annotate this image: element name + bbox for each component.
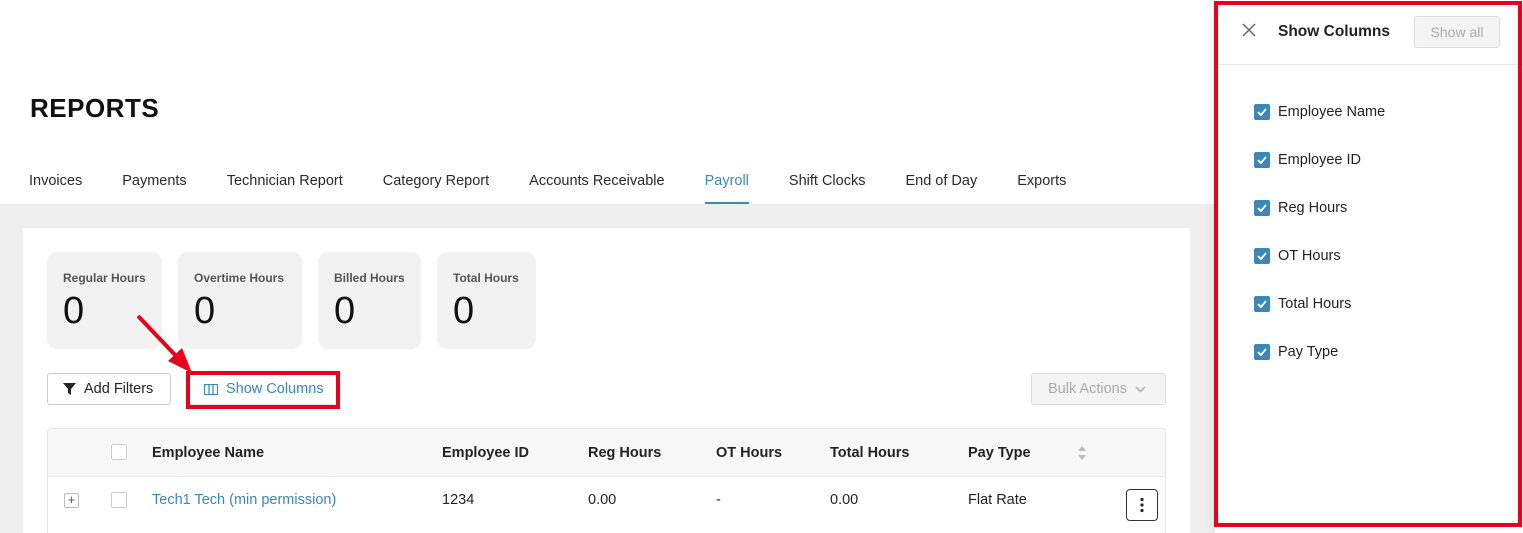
- checkbox-checked[interactable]: [1254, 200, 1270, 216]
- column-header-employee-id[interactable]: Employee ID: [442, 445, 529, 461]
- column-toggle-reg-hours[interactable]: Reg Hours: [1254, 200, 1347, 216]
- column-toggle-label: Employee Name: [1278, 104, 1386, 120]
- total-hours-cell: 0.00: [830, 492, 859, 508]
- pay-type-cell: Flat Rate: [968, 492, 1027, 508]
- column-header-pay-type[interactable]: Pay Type: [968, 445, 1031, 461]
- column-toggle-ot-hours[interactable]: OT Hours: [1254, 248, 1341, 264]
- checkmark-icon: [1257, 252, 1267, 260]
- table-header: Employee Name Employee ID Reg Hours OT H…: [48, 429, 1165, 477]
- column-header-employee-name[interactable]: Employee Name: [152, 445, 264, 461]
- reg-hours-cell: 0.00: [588, 492, 617, 508]
- employee-id-cell: 1234: [442, 492, 475, 508]
- checkmark-icon: [1257, 300, 1267, 308]
- column-toggle-employee-id[interactable]: Employee ID: [1254, 152, 1361, 168]
- select-all-checkbox[interactable]: [111, 444, 127, 460]
- checkmark-icon: [1257, 204, 1267, 212]
- column-toggle-label: OT Hours: [1278, 248, 1341, 264]
- ot-hours-cell: -: [716, 492, 721, 508]
- expand-row-button[interactable]: +: [64, 493, 79, 508]
- checkbox-checked[interactable]: [1254, 104, 1270, 120]
- checkmark-icon: [1257, 348, 1267, 356]
- show-all-button[interactable]: Show all: [1414, 16, 1500, 48]
- checkbox-checked[interactable]: [1254, 296, 1270, 312]
- row-checkbox[interactable]: [111, 492, 127, 508]
- checkmark-icon: [1257, 156, 1267, 164]
- column-header-reg-hours[interactable]: Reg Hours: [588, 445, 661, 461]
- checkmark-icon: [1257, 108, 1267, 116]
- employee-name-link[interactable]: Tech1 Tech (min permission): [152, 492, 336, 508]
- column-toggle-label: Pay Type: [1278, 344, 1339, 360]
- column-toggle-pay-type[interactable]: Pay Type: [1254, 344, 1338, 360]
- close-icon[interactable]: [1242, 23, 1256, 37]
- row-actions-button[interactable]: [1126, 489, 1158, 521]
- chevron-down-icon: [1135, 385, 1146, 393]
- payroll-table: Employee Name Employee ID Reg Hours OT H…: [47, 428, 1166, 533]
- panel-header: Show Columns Show all: [1215, 0, 1523, 65]
- reports-page: REPORTS Invoices Payments Technician Rep…: [0, 0, 1215, 533]
- column-toggle-label: Total Hours: [1278, 296, 1352, 312]
- kebab-menu-icon: [1140, 497, 1144, 513]
- column-toggle-label: Reg Hours: [1278, 200, 1348, 216]
- checkbox-checked[interactable]: [1254, 344, 1270, 360]
- show-columns-panel: Show Columns Show all Employee Name Empl…: [1215, 0, 1523, 533]
- column-header-ot-hours[interactable]: OT Hours: [716, 445, 782, 461]
- checkbox-checked[interactable]: [1254, 248, 1270, 264]
- sort-icon[interactable]: [1077, 445, 1087, 461]
- bulk-actions-button[interactable]: Bulk Actions: [1031, 373, 1166, 405]
- bulk-actions-label: Bulk Actions: [1048, 381, 1127, 397]
- panel-title: Show Columns: [1278, 23, 1390, 40]
- column-header-total-hours[interactable]: Total Hours: [830, 445, 909, 461]
- checkbox-checked[interactable]: [1254, 152, 1270, 168]
- column-toggle-total-hours[interactable]: Total Hours: [1254, 296, 1351, 312]
- column-toggle-employee-name[interactable]: Employee Name: [1254, 104, 1385, 120]
- column-toggle-label: Employee ID: [1278, 152, 1362, 168]
